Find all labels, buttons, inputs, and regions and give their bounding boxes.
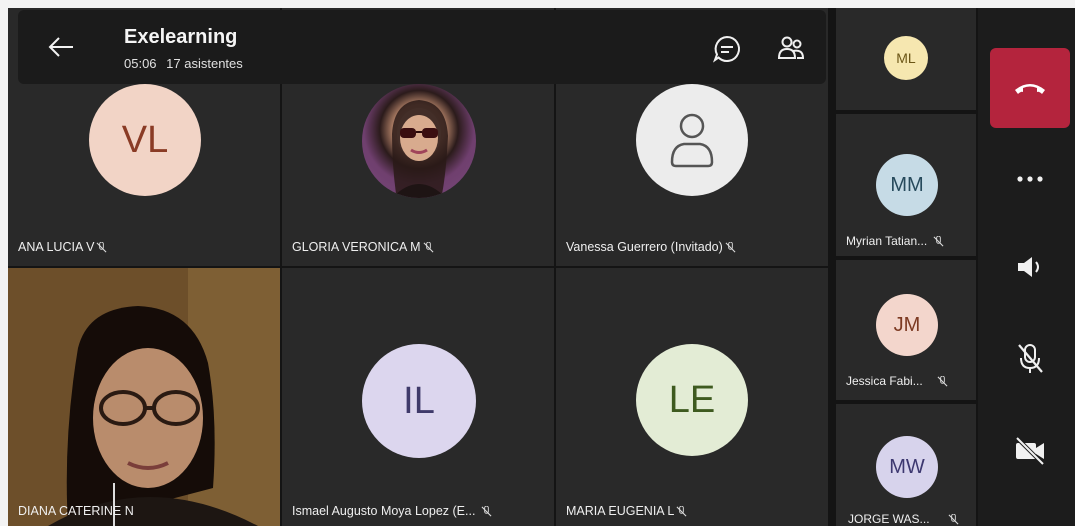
participant-name-row: MARIA EUGENIA L xyxy=(566,504,687,518)
speaker-icon xyxy=(1018,257,1039,277)
avatar: JM xyxy=(876,294,938,356)
person-icon xyxy=(670,113,714,168)
avatar: IL xyxy=(362,344,476,458)
meeting-subtitle: 05:06 17 asistentes xyxy=(124,56,249,71)
participant-name: JORGE WAS... xyxy=(848,512,930,526)
mic-off-icon xyxy=(937,375,948,386)
meeting-header: Exelearning 05:06 17 asistentes xyxy=(18,10,826,84)
mic-off-icon xyxy=(481,505,492,516)
mic-off-icon xyxy=(725,241,736,252)
participant-name: Vanessa Guerrero (Invitado) xyxy=(566,240,723,254)
participant-name: ANA LUCIA V xyxy=(18,240,95,254)
chat-icon[interactable] xyxy=(710,32,744,66)
person-video-icon xyxy=(8,268,280,526)
participant-name-row: JORGE WAS... xyxy=(848,512,959,526)
mic-off-icon xyxy=(948,513,959,524)
end-call-button[interactable] xyxy=(990,48,1070,128)
call-controls xyxy=(978,8,1075,526)
meeting-stage: VL ANA LUCIA V GLORIA VERONICA M Vanessa… xyxy=(8,8,1075,526)
mic-off-icon xyxy=(423,241,433,252)
participant-tile-small[interactable]: JM Jessica Fabi... xyxy=(836,260,976,400)
participant-tile-small[interactable]: ML xyxy=(836,8,976,110)
more-options-button[interactable] xyxy=(990,154,1070,204)
camera-toggle-button[interactable] xyxy=(990,426,1070,476)
attendee-count: 17 asistentes xyxy=(166,56,243,71)
avatar-initials: MM xyxy=(890,173,924,196)
phone-hangup-icon xyxy=(1015,84,1045,94)
participant-name: Jessica Fabi... xyxy=(846,374,923,388)
camera-off-icon xyxy=(1015,436,1045,466)
participant-name: GLORIA VERONICA M xyxy=(292,240,421,254)
mic-off-icon xyxy=(1018,344,1043,373)
video-feed xyxy=(8,268,280,526)
avatar-initials: MW xyxy=(889,455,925,478)
participant-tile-small[interactable]: MM Myrian Tatian... xyxy=(836,114,976,256)
avatar: MM xyxy=(876,154,938,216)
avatar-initials: ML xyxy=(896,50,916,66)
participant-name: Ismael Augusto Moya Lopez (E... xyxy=(292,504,476,518)
participant-name-row: Myrian Tatian... xyxy=(846,234,944,248)
speaker-button[interactable] xyxy=(990,242,1070,292)
avatar: ML xyxy=(884,36,928,80)
participant-name-row: Ismael Augusto Moya Lopez (E... xyxy=(292,504,492,518)
participant-name-row: GLORIA VERONICA M xyxy=(292,240,434,254)
participant-name-row: DIANA CATERINE N xyxy=(18,504,134,518)
mic-off-icon xyxy=(676,505,687,516)
person-photo-icon xyxy=(392,100,448,198)
participant-name-row: Jessica Fabi... xyxy=(846,374,948,388)
participant-tile-small[interactable]: MW JORGE WAS... xyxy=(836,404,976,526)
avatar-initials: VL xyxy=(121,118,169,161)
mic-toggle-button[interactable] xyxy=(990,334,1070,384)
participant-name-row: Vanessa Guerrero (Invitado) xyxy=(566,240,736,254)
participant-video-tile[interactable]: DIANA CATERINE N xyxy=(8,268,280,526)
participant-name-row: ANA LUCIA V xyxy=(18,240,107,254)
avatar: MW xyxy=(876,436,938,498)
arrow-left-icon[interactable] xyxy=(46,34,76,60)
meeting-duration: 05:06 xyxy=(124,56,157,71)
meeting-title: Exelearning xyxy=(124,26,238,48)
participant-tile[interactable]: LE MARIA EUGENIA L xyxy=(556,268,828,526)
avatar: VL xyxy=(89,84,201,196)
participants-icon[interactable] xyxy=(774,32,808,66)
avatar-initials: LE xyxy=(668,378,716,421)
more-options-icon xyxy=(1017,176,1043,182)
avatar-initials: IL xyxy=(403,379,435,422)
avatar-initials: JM xyxy=(893,313,921,336)
participant-name: MARIA EUGENIA L xyxy=(566,504,675,518)
mic-off-icon xyxy=(96,241,107,252)
participant-name: Myrian Tatian... xyxy=(846,234,928,248)
mic-off-icon xyxy=(933,235,944,246)
avatar: LE xyxy=(636,344,748,456)
avatar-photo xyxy=(362,84,476,198)
avatar-generic xyxy=(636,84,748,196)
participant-tile[interactable]: IL Ismael Augusto Moya Lopez (E... xyxy=(282,268,554,526)
participant-name: DIANA CATERINE N xyxy=(18,504,134,518)
